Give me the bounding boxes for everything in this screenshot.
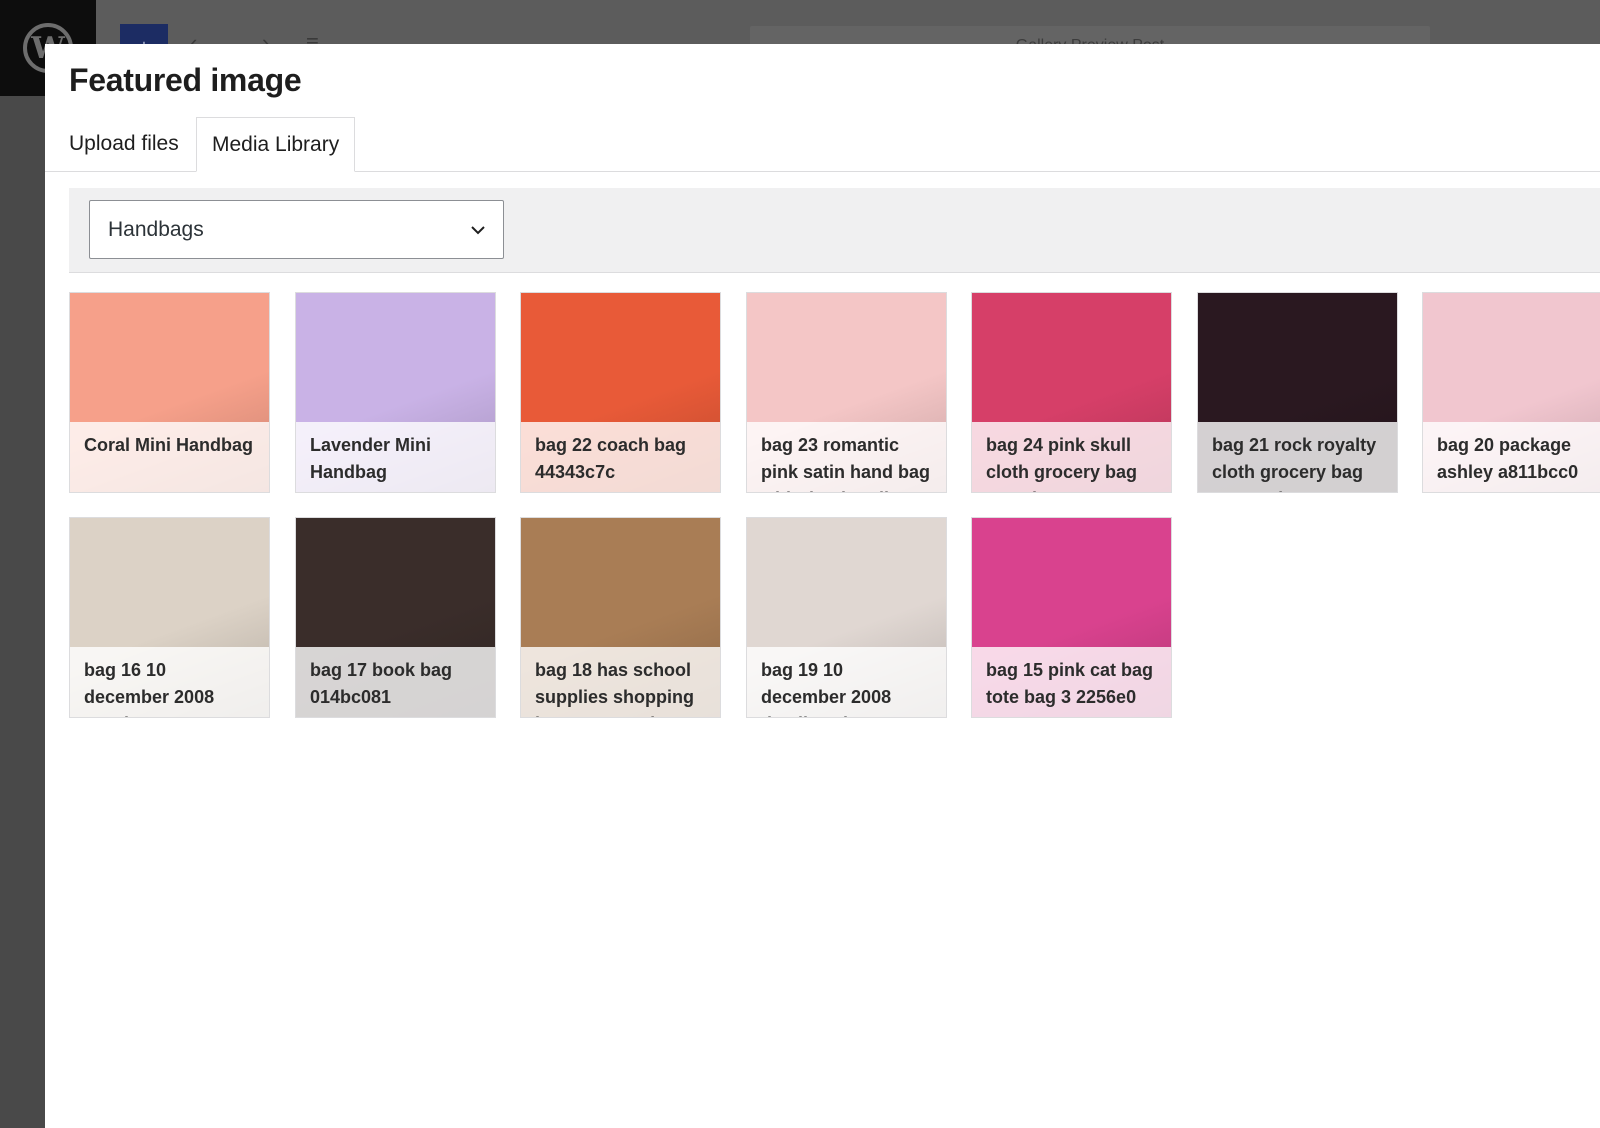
media-item-6[interactable]: bag 20 package ashley a811bcc0	[1422, 292, 1600, 493]
chevron-down-icon	[471, 226, 485, 235]
media-item-5[interactable]: bag 21 rock royalty cloth grocery bag e9…	[1197, 292, 1398, 493]
media-item-2[interactable]: bag 22 coach bag 44343c7c	[520, 292, 721, 493]
media-filter-select[interactable]: Handbags	[89, 200, 504, 259]
media-toolbar: Handbags	[69, 188, 1600, 273]
media-caption: Lavender Mini Handbag	[296, 422, 495, 492]
media-caption: bag 24 pink skull cloth grocery bag 1ec6…	[972, 422, 1171, 492]
media-caption: bag 20 package ashley a811bcc0	[1423, 422, 1600, 492]
media-item-1[interactable]: Lavender Mini Handbag	[295, 292, 496, 493]
media-filter-selected: Handbags	[108, 217, 204, 241]
media-caption: bag 17 book bag 014bc081	[296, 647, 495, 717]
featured-image-modal: Featured image Upload files Media Librar…	[45, 44, 1600, 1128]
media-caption: bag 15 pink cat bag tote bag 3 2256e0	[972, 647, 1171, 717]
tab-upload-files[interactable]: Upload files	[54, 117, 194, 171]
media-caption: bag 16 10 december 2008 1e93b130	[70, 647, 269, 717]
media-item-11[interactable]: bag 15 pink cat bag tote bag 3 2256e0	[971, 517, 1172, 718]
media-item-7[interactable]: bag 16 10 december 2008 1e93b130	[69, 517, 270, 718]
media-item-9[interactable]: bag 18 has school supplies shopping bag …	[520, 517, 721, 718]
media-item-8[interactable]: bag 17 book bag 014bc081	[295, 517, 496, 718]
media-caption: Coral Mini Handbag	[70, 422, 269, 492]
media-caption: bag 23 romantic pink satin hand bag with…	[747, 422, 946, 492]
media-item-3[interactable]: bag 23 romantic pink satin hand bag with…	[746, 292, 947, 493]
media-caption: bag 22 coach bag 44343c7c	[521, 422, 720, 492]
media-caption: bag 21 rock royalty cloth grocery bag e9…	[1198, 422, 1397, 492]
editor-sidebar	[0, 95, 45, 1128]
media-caption: bag 18 has school supplies shopping bag …	[521, 647, 720, 717]
media-item-10[interactable]: bag 19 10 december 2008 details 04be122	[746, 517, 947, 718]
media-caption: bag 19 10 december 2008 details 04be122	[747, 647, 946, 717]
modal-tabs: Upload files Media Library	[45, 117, 1600, 172]
media-item-4[interactable]: bag 24 pink skull cloth grocery bag 1ec6…	[971, 292, 1172, 493]
media-item-0[interactable]: Coral Mini Handbag	[69, 292, 270, 493]
modal-title: Featured image	[69, 62, 302, 98]
tab-media-library[interactable]: Media Library	[196, 117, 356, 172]
